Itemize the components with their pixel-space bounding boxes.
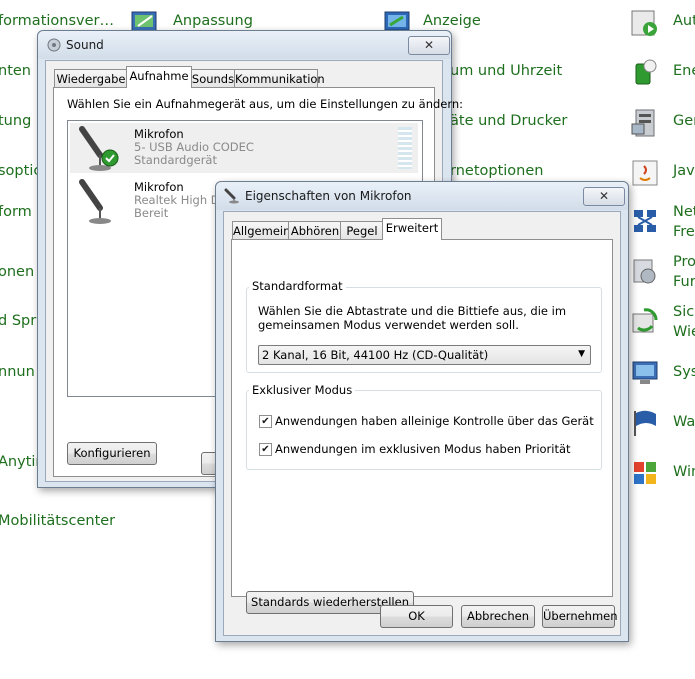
erweitert-panel: Standardformat Wählen Sie die Abtastrate… — [231, 239, 613, 614]
format-select[interactable]: 2 Kanal, 16 Bit, 44100 Hz (CD-Qualität) … — [258, 345, 591, 365]
mic-properties-dialog: Eigenschaften von Mikrofon ✕ Allgemein A… — [215, 181, 629, 642]
backup-restore-icon[interactable] — [630, 306, 660, 336]
cp-link-programme[interactable]: Pro — [673, 254, 695, 270]
cp-link-funktionen[interactable]: Fur — [673, 274, 695, 290]
programs-icon[interactable] — [630, 256, 660, 286]
cp-link-leistungsinformationen[interactable]: formationsver… — [0, 13, 114, 29]
apply-button[interactable]: Übernehmen — [542, 605, 618, 628]
exclusive-priority-checkbox[interactable]: ✔ — [259, 443, 272, 456]
cp-link-wartungscenter[interactable]: Wa — [673, 414, 695, 430]
chevron-down-icon: ▼ — [578, 349, 585, 359]
cp-link-mobilitaetscenter[interactable]: Mobilitätscenter — [0, 513, 115, 529]
exclusive-mode-group — [246, 390, 602, 470]
autoplay-icon[interactable] — [630, 8, 660, 38]
cp-link-datum-und-uhrzeit[interactable]: um und Uhrzeit — [450, 63, 562, 79]
action-center-flag-icon[interactable] — [630, 408, 660, 438]
cp-link-row3-a[interactable]: tung — [0, 113, 31, 129]
java-icon[interactable] — [630, 158, 660, 188]
power-options-icon[interactable] — [630, 58, 660, 88]
microphone-icon — [74, 178, 124, 226]
cp-link-anzeige[interactable]: Anzeige — [423, 13, 481, 29]
network-sharing-icon[interactable] — [630, 206, 660, 236]
windows-update-icon[interactable] — [630, 458, 660, 488]
device-detail: 5- USB Audio CODEC — [134, 140, 254, 154]
sound-dialog-title: Sound — [66, 38, 104, 52]
mic-client-area: Allgemein Abhören Pegel Erweitert Standa… — [223, 211, 621, 636]
tab-pegel[interactable]: Pegel — [340, 221, 384, 240]
tab-kommunikation[interactable]: Kommunikation — [234, 69, 325, 88]
exclusive-mode-label: Exklusiver Modus — [249, 383, 356, 397]
cp-link-freigabecenter[interactable]: Fre — [673, 224, 695, 240]
cp-link-row4-a[interactable]: soptic — [0, 163, 41, 179]
cp-link-row8-a[interactable]: nnun — [0, 364, 35, 380]
cp-link-sichern[interactable]: Sich — [673, 304, 695, 320]
configure-button[interactable]: Konfigurieren — [67, 442, 157, 465]
default-device-check-icon — [101, 149, 119, 167]
device-name: Mikrofon — [134, 127, 184, 141]
cp-link-netzwerk[interactable]: Net — [673, 204, 695, 220]
sound-close-button[interactable]: ✕ — [408, 36, 450, 55]
standardformat-label: Standardformat — [249, 279, 346, 293]
exclusive-priority-label[interactable]: Anwendungen im exklusiven Modus haben Pr… — [275, 442, 571, 456]
device-name: Mikrofon — [134, 180, 184, 194]
device-status: Bereit — [134, 206, 169, 220]
standardformat-description-1: Wählen Sie die Abtastrate und die Bittie… — [258, 304, 567, 318]
cp-link-geraete-und-drucker[interactable]: äte und Drucker — [450, 113, 567, 129]
cp-link-windows-update[interactable]: Win — [673, 464, 695, 480]
cp-link-row2-a[interactable]: nten — [0, 63, 31, 79]
aufnahme-instruction: Wählen Sie ein Aufnahmegerät aus, um die… — [67, 97, 464, 111]
tab-wiedergabe[interactable]: Wiedergabe — [54, 69, 128, 88]
tab-allgemein[interactable]: Allgemein — [232, 221, 290, 240]
device-manager-icon[interactable] — [630, 108, 660, 138]
tab-erweitert[interactable]: Erweitert — [382, 218, 442, 240]
cp-link-wiederherstellen[interactable]: Wie — [673, 324, 695, 340]
device-status: Standardgerät — [134, 153, 217, 167]
level-meter — [398, 127, 412, 169]
device-detail: Realtek High De — [134, 193, 227, 207]
cancel-button[interactable]: Abbrechen — [461, 605, 535, 628]
cp-link-row6-a[interactable]: onen — [0, 264, 34, 280]
cp-link-energieoptionen[interactable]: Ene — [673, 63, 695, 79]
cp-link-row5-a[interactable]: form — [0, 204, 32, 220]
standardformat-description-2: gemeinsamen Modus verwendet werden soll. — [258, 318, 519, 332]
tab-abhoeren[interactable]: Abhören — [288, 221, 342, 240]
cp-link-internetoptionen[interactable]: rnetoptionen — [450, 163, 543, 179]
speaker-icon — [46, 37, 62, 53]
tab-aufnahme[interactable]: Aufnahme — [126, 66, 192, 88]
cp-link-geraete-manager[interactable]: Ger — [673, 113, 695, 129]
cp-link-system[interactable]: Sys — [673, 364, 695, 380]
cp-link-java[interactable]: Jav — [673, 163, 695, 179]
format-select-value: 2 Kanal, 16 Bit, 44100 Hz (CD-Qualität) — [262, 348, 489, 362]
exclusive-control-checkbox[interactable]: ✔ — [259, 415, 272, 428]
cp-link-anpassung[interactable]: Anpassung — [173, 13, 253, 29]
mic-close-button[interactable]: ✕ — [583, 187, 625, 206]
microphone-title-icon — [224, 188, 240, 204]
ok-button[interactable]: OK — [380, 605, 453, 628]
cp-link-automatische-wiedergabe[interactable]: Aut — [673, 13, 695, 29]
mic-dialog-title: Eigenschaften von Mikrofon — [245, 189, 412, 203]
exclusive-control-label[interactable]: Anwendungen haben alleinige Kontrolle üb… — [275, 414, 594, 428]
tab-sounds[interactable]: Sounds — [190, 69, 236, 88]
system-icon[interactable] — [630, 358, 660, 388]
device-item-usb[interactable]: Mikrofon 5- USB Audio CODEC Standardgerä… — [70, 123, 418, 173]
